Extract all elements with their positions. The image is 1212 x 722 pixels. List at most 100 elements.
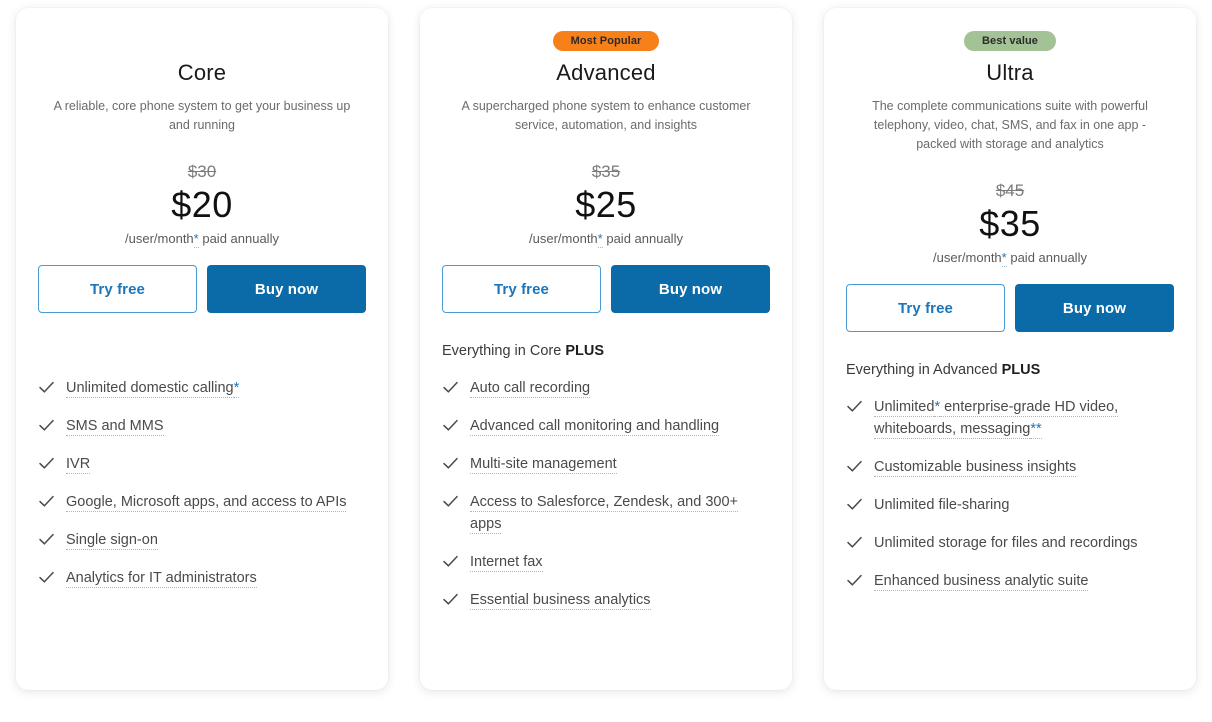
try-free-button[interactable]: Try free	[846, 284, 1005, 332]
check-icon	[846, 398, 863, 415]
check-icon	[38, 531, 55, 548]
feature-list-item: Google, Microsoft apps, and access to AP…	[38, 491, 366, 513]
feature-label[interactable]: Advanced call monitoring and handling	[470, 418, 720, 436]
feature-label[interactable]: Multi-site management	[470, 456, 617, 474]
check-icon	[38, 455, 55, 472]
feature-text: Analytics for IT administrators	[66, 567, 257, 589]
price-current: $25	[575, 184, 637, 225]
feature-list-item: Single sign-on	[38, 529, 366, 551]
price-terms-prefix: /user/month	[529, 231, 598, 246]
features-section: Unlimited domestic calling* SMS and MMS IV…	[38, 341, 366, 662]
check-icon	[846, 496, 863, 513]
plan-card-advanced: Most Popular Advanced A supercharged phone…	[420, 8, 792, 690]
features-section: Everything in Core PLUS Auto call recordi…	[442, 341, 770, 662]
feature-list-item: Unlimited storage for files and recordin…	[846, 532, 1174, 554]
feature-label[interactable]: Essential business analytics	[470, 592, 651, 610]
feature-list-item: Multi-site management	[442, 453, 770, 475]
feature-text: Enhanced business analytic suite	[874, 570, 1089, 592]
price-terms-suffix: paid annually	[1006, 250, 1087, 265]
check-icon	[442, 379, 459, 396]
cta-row: Try free Buy now	[442, 265, 770, 313]
price-terms: /user/month* paid annually	[442, 229, 770, 249]
feature-text: Unlimited* enterprise-grade HD video, wh…	[874, 396, 1174, 440]
pricing-plans-grid: Core A reliable, core phone system to get…	[0, 0, 1212, 714]
price-block: $35 $25/user/month* paid annually	[442, 135, 770, 249]
feature-list-item: Unlimited domestic calling*	[38, 377, 366, 399]
feature-list-item: Access to Salesforce, Zendesk, and 300+ …	[442, 491, 770, 535]
feature-text: Internet fax	[470, 551, 543, 573]
plan-description: A supercharged phone system to enhance c…	[461, 99, 751, 132]
check-icon	[846, 458, 863, 475]
check-icon	[38, 379, 55, 396]
check-icon	[442, 493, 459, 510]
check-icon	[846, 572, 863, 589]
feature-label[interactable]: Unlimited domestic calling	[66, 380, 234, 398]
plan-name: Core	[177, 60, 227, 85]
plan-name: Ultra	[986, 60, 1034, 85]
feature-label[interactable]: Analytics for IT administrators	[66, 570, 257, 588]
check-icon	[38, 417, 55, 434]
plan-badge-row	[38, 30, 366, 52]
feature-label: Unlimited storage for files and recordin…	[874, 535, 1138, 551]
features-section: Everything in Advanced PLUS Unlimited* en…	[846, 360, 1174, 662]
try-free-button[interactable]: Try free	[38, 265, 197, 313]
feature-text: Unlimited domestic calling*	[66, 377, 240, 399]
plan-description: A reliable, core phone system to get you…	[53, 99, 351, 132]
try-free-button[interactable]: Try free	[442, 265, 601, 313]
feature-list-item: IVR	[38, 453, 366, 475]
feature-label[interactable]: Enhanced business analytic suite	[874, 573, 1089, 591]
feature-text: Multi-site management	[470, 453, 617, 475]
feature-list: Unlimited* enterprise-grade HD video, wh…	[846, 396, 1174, 592]
feature-label[interactable]: Auto call recording	[470, 380, 591, 398]
price-terms: /user/month* paid annually	[846, 248, 1174, 268]
feature-text: Auto call recording	[470, 377, 591, 399]
feature-label[interactable]: IVR	[66, 456, 91, 474]
check-icon	[442, 417, 459, 434]
buy-now-button[interactable]: Buy now	[1015, 284, 1174, 332]
feature-list-item: Advanced call monitoring and handling	[442, 415, 770, 437]
footnote-asterisk[interactable]: *	[233, 380, 240, 398]
features-intro-emphasis: PLUS	[565, 343, 604, 359]
feature-label[interactable]: Unlimited	[874, 399, 935, 417]
plan-name: Advanced	[556, 60, 656, 85]
feature-label[interactable]: Customizable business insights	[874, 459, 1077, 477]
buy-now-button[interactable]: Buy now	[207, 265, 366, 313]
feature-label[interactable]: Google, Microsoft apps, and access to AP…	[66, 494, 347, 512]
features-intro-text: Everything in Advanced	[846, 362, 1002, 378]
features-intro-spacer	[38, 341, 366, 377]
feature-label[interactable]: Access to Salesforce, Zendesk, and 300+ …	[470, 494, 739, 534]
footnote-asterisk-secondary[interactable]: **	[1030, 421, 1042, 439]
price-block: $45 $35/user/month* paid annually	[846, 154, 1174, 268]
feature-list: Auto call recording Advanced call monitor…	[442, 377, 770, 611]
price-terms: /user/month* paid annually	[38, 229, 366, 249]
feature-text: Google, Microsoft apps, and access to AP…	[66, 491, 347, 513]
cta-row: Try free Buy now	[38, 265, 366, 313]
price-original: $45	[995, 181, 1025, 200]
price-terms-prefix: /user/month	[933, 250, 1002, 265]
plan-description: The complete communications suite with p…	[872, 99, 1148, 151]
cta-row: Try free Buy now	[846, 284, 1174, 332]
price-terms-suffix: paid annually	[198, 231, 279, 246]
feature-list-item: Auto call recording	[442, 377, 770, 399]
feature-label[interactable]: Internet fax	[470, 554, 543, 572]
feature-list-item: Internet fax	[442, 551, 770, 573]
plan-badge: Most Popular	[552, 31, 660, 51]
plan-card-ultra: Best value Ultra The complete communicatio…	[824, 8, 1196, 690]
check-icon	[442, 553, 459, 570]
check-icon	[442, 591, 459, 608]
plan-badge-row: Most Popular	[442, 30, 770, 52]
feature-text: SMS and MMS	[66, 415, 164, 437]
feature-label[interactable]: SMS and MMS	[66, 418, 164, 436]
price-original: $30	[187, 162, 217, 181]
price-terms-prefix: /user/month	[125, 231, 194, 246]
features-intro-emphasis: PLUS	[1001, 362, 1041, 378]
feature-label: Unlimited file-sharing	[874, 497, 1010, 513]
feature-label[interactable]: Single sign-on	[66, 532, 158, 550]
price-terms-suffix: paid annually	[602, 231, 683, 246]
feature-text: IVR	[66, 453, 91, 475]
feature-text: Unlimited file-sharing	[874, 494, 1009, 516]
plan-badge: Best value	[963, 31, 1057, 51]
price-current: $35	[979, 203, 1041, 244]
buy-now-button[interactable]: Buy now	[611, 265, 770, 313]
features-intro-text: Everything in Core	[442, 343, 566, 359]
